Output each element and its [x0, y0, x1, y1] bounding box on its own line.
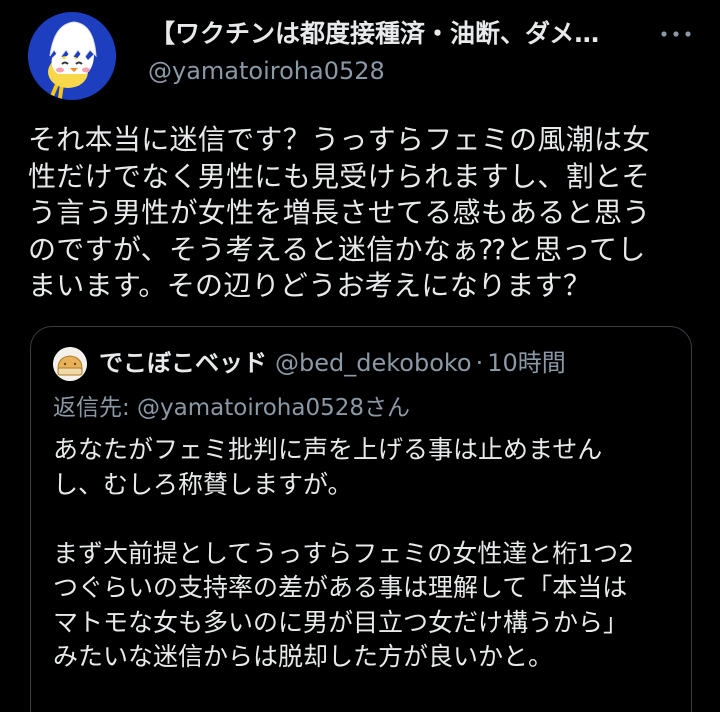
more-icon[interactable] — [656, 22, 696, 46]
tweet-text: それ本当に迷信です？うっすらフェミの風潮は女 性だけでなく男性にも見受けられます… — [28, 122, 700, 305]
quote-text-line: し、むしろ称賛しますが。 — [53, 469, 353, 499]
egg-chick-avatar-icon — [28, 12, 116, 100]
bread-bed-avatar-icon — [53, 347, 87, 381]
quote-text-line — [53, 502, 673, 537]
quote-text-line: つぐらいの支持率の差がある事は理解して「本当は — [53, 573, 628, 602]
tweet-text-line: それ本当に迷信です？うっすらフェミの風潮は女 — [28, 123, 651, 156]
tweet-text-line: 性だけでなく男性にも見受けられますし、割とそ — [28, 159, 650, 193]
quoted-tweet-card[interactable]: でこぼこベッド @bed_dekoboko · 10時間 返信先: @yamatoir… — [30, 326, 692, 712]
tweet[interactable]: 【ワクチンは都度接種済・油断、ダメ… @yamatoiroha0528 それ本当… — [0, 0, 720, 712]
tweet-text-line: う言う男性が女性を増長させてる感もあると思う — [28, 196, 651, 229]
quote-handle[interactable]: @bed_dekoboko — [275, 349, 472, 377]
quote-text-line: マトモな女も多いのに男が目立つ女だけ構うから」 — [53, 607, 629, 637]
author-avatar[interactable] — [28, 12, 116, 100]
quote-author-avatar[interactable] — [53, 347, 87, 381]
tweet-text-line: のですが、そう考えると迷信かなぁ⁇と思ってし — [28, 232, 646, 266]
quote-separator: · — [475, 349, 484, 377]
quote-text-line: みたいな迷信からは脱却した方が良いかと。 — [53, 642, 554, 671]
quote-timestamp[interactable]: 10時間 — [487, 349, 566, 377]
author-display-name[interactable]: 【ワクチンは都度接種済・油断、ダメ… — [150, 16, 630, 52]
quote-text-line: あなたがフェミ批判に声を上げる事は止めません — [53, 435, 603, 464]
author-handle[interactable]: @yamatoiroha0528 — [148, 54, 385, 88]
quote-display-name[interactable]: でこぼこベッド — [99, 349, 267, 377]
quote-reply-to[interactable]: 返信先: @yamatoiroha0528さん — [53, 391, 410, 425]
quote-text: あなたがフェミ批判に声を上げる事は止めません し、むしろ称賛しますが。 まず大前… — [53, 433, 673, 675]
quote-header: でこぼこベッド @bed_dekoboko · 10時間 — [99, 345, 566, 381]
tweet-text-line: まいます。その辺りどうお考えになります？ — [28, 269, 592, 302]
quote-text-line: まず大前提としてうっすらフェミの女性達と桁1つ2 — [53, 538, 635, 568]
